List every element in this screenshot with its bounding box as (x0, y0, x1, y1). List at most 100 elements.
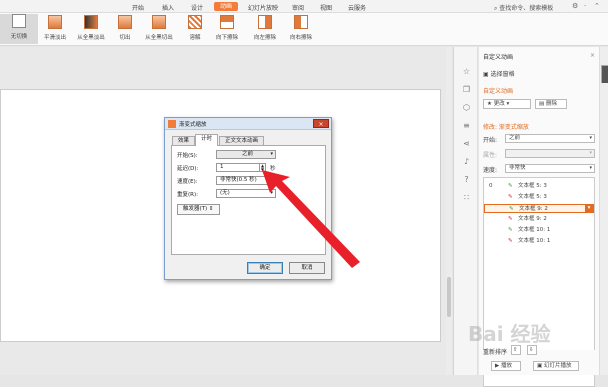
help-icon[interactable]: ? (462, 175, 471, 184)
wipe-left-icon (258, 15, 272, 29)
menu-tab-design[interactable]: 设计 (191, 3, 203, 12)
search-placeholder: 查找命令、搜索模板 (499, 5, 554, 12)
share-icon[interactable]: ⋖ (462, 139, 471, 148)
menu-tab-start[interactable]: 开始 (132, 3, 144, 12)
list-item[interactable]: 0 ✎ 文本框 5: 3 (484, 182, 594, 191)
property-label: 属性: (483, 152, 498, 159)
delete-button[interactable]: ▤ 删除 (535, 99, 567, 109)
list-item[interactable]: ✎ 文本框 10: 1 (484, 237, 594, 246)
modify-label: 修改: 渐变式缩放 (483, 124, 529, 131)
speed-combo[interactable]: 非常快(0.5 秒) ▾ (216, 176, 276, 185)
star-icon: ★ (487, 101, 494, 107)
select-pane-link[interactable]: ▣ 选择窗格 (483, 69, 515, 78)
reorder-label: 重新排序 (483, 349, 508, 356)
menu-tab-slideshow[interactable]: 幻灯片放映 (248, 3, 278, 12)
transition-none-icon (12, 14, 26, 28)
transition-wipe-right[interactable]: 向右擦除 (282, 15, 320, 41)
shape-icon[interactable]: ⬡ (462, 103, 471, 112)
transition-cut-icon (118, 15, 132, 29)
copy-icon[interactable]: ❐ (462, 85, 471, 94)
panel-toggle-tab[interactable] (601, 65, 608, 83)
panel-title: 自定义动画 (483, 54, 514, 61)
speed-select[interactable]: 非常快 ▾ (505, 164, 595, 173)
select-pane-icon: ▣ (483, 71, 491, 78)
gear-icon[interactable]: ⚙ (572, 2, 578, 10)
custom-animation-label: 自定义动画 (483, 88, 514, 95)
scrollbar-thumb[interactable] (447, 277, 451, 317)
minimize-icon[interactable]: · (584, 2, 586, 10)
chevron-down-icon: ▾ (270, 177, 273, 183)
menu-tab-animation[interactable]: 动画 (214, 2, 239, 11)
cancel-button[interactable]: 取消 (289, 262, 325, 274)
mic-icon[interactable]: ♪ (462, 157, 471, 166)
change-button[interactable]: ★ 更改 ▾ (483, 99, 531, 109)
transition-cut-black[interactable]: 从全黑切出 (140, 15, 178, 41)
right-edge-strip (599, 47, 608, 375)
transition-dissolve-icon (188, 15, 202, 29)
vertical-scrollbar[interactable] (446, 47, 452, 375)
dialog-title-bar: 渐变式缩放 × (165, 118, 331, 130)
delay-unit: 秒 (270, 166, 276, 172)
transition-smooth-fade[interactable]: 平滑淡出 (36, 15, 74, 41)
close-icon[interactable]: × (590, 52, 595, 59)
delay-label: 延迟(D): (177, 166, 199, 172)
chevron-down-icon[interactable]: ▾ (585, 204, 593, 213)
spin-arrows-icon[interactable]: ▲ ▼ (259, 164, 265, 171)
timing-tab-body: 开始(S): 之前 ▾ 延迟(D): 1 ▲ ▼ 秒 速度(E): 非常快(0.5 秒… (171, 145, 326, 255)
speed-label: 速度(E): (177, 179, 198, 185)
transition-fade-icon (48, 15, 62, 29)
list-item[interactable]: ✎ 文本框 9: 2 (484, 215, 594, 224)
slideshow-icon: ▣ (537, 363, 544, 369)
speed-label: 速度: (483, 167, 498, 174)
ribbon: 无切换 平滑淡出 从全黑淡出 切出 从全黑切出 溶解 向下擦除 向左擦除 向右擦… (0, 13, 608, 46)
delay-input[interactable]: 1 ▲ ▼ (216, 163, 266, 172)
delete-icon: ▤ (539, 101, 546, 107)
transition-cut[interactable]: 切出 (106, 15, 144, 41)
chevron-down-icon: ▾ (589, 165, 592, 171)
transition-wipe-down[interactable]: 向下擦除 (208, 15, 246, 41)
chevron-down-icon: ▾ (270, 190, 273, 196)
repeat-label: 重复(R): (177, 192, 198, 198)
start-label: 开始(S): (177, 153, 198, 159)
exit-star-icon: ✎ (508, 216, 513, 222)
chevron-up-icon[interactable]: ⌃ (594, 2, 600, 10)
entrance-star-icon: ✎ (508, 227, 513, 233)
start-select[interactable]: 之前 ▾ (505, 134, 595, 143)
list-item[interactable]: ✎ 文本框 10: 1 (484, 226, 594, 235)
entrance-star-icon: ✎ (508, 183, 513, 189)
menu-tab-insert[interactable]: 插入 (162, 3, 174, 12)
more-icon[interactable]: ∷ (462, 193, 471, 202)
sliders-icon[interactable]: ≡ (462, 121, 471, 130)
wipe-down-icon (220, 15, 234, 29)
entrance-star-icon: ✎ (509, 206, 514, 212)
transition-none[interactable]: 无切换 (0, 14, 38, 44)
wipe-right-icon (294, 15, 308, 29)
list-item-selected[interactable]: ✎ 文本框 9: 2 ▾ (484, 204, 594, 213)
search-icon: ⌕ (494, 5, 498, 12)
list-item[interactable]: ✎ 文本框 5: 3 (484, 193, 594, 202)
star-icon[interactable]: ☆ (462, 67, 471, 76)
chevron-down-icon: ▾ (589, 150, 592, 156)
slideshow-button[interactable]: ▣ 幻灯片播放 (533, 361, 579, 371)
tab-timing[interactable]: 计时 (195, 134, 219, 146)
menu-tab-view[interactable]: 视图 (320, 3, 332, 12)
start-label: 开始: (483, 137, 498, 144)
menu-tab-review[interactable]: 审阅 (292, 3, 304, 12)
transition-wipe-left[interactable]: 向左擦除 (246, 15, 284, 41)
search-box[interactable]: ⌕ 查找命令、搜索模板 (494, 3, 553, 13)
chevron-down-icon: ▾ (589, 135, 592, 141)
app-icon (168, 120, 176, 128)
chevron-down-icon: ▾ (270, 151, 273, 157)
trigger-button[interactable]: 触发器(T) ⇕ (177, 204, 220, 215)
watermark: Bai 经验 (468, 322, 551, 346)
menu-tab-cloud[interactable]: 云服务 (348, 3, 366, 12)
start-combo[interactable]: 之前 ▾ (216, 150, 276, 159)
exit-star-icon: ✎ (508, 238, 513, 244)
expand-icon: ⇕ (208, 206, 214, 212)
close-button[interactable]: × (313, 119, 329, 128)
ok-button[interactable]: 确定 (247, 262, 283, 274)
play-button[interactable]: ▶ 播放 (491, 361, 521, 371)
dialog-title: 渐变式缩放 (179, 122, 207, 128)
repeat-combo[interactable]: (无) ▾ (216, 189, 276, 198)
transition-fade-black[interactable]: 从全黑淡出 (72, 15, 110, 41)
